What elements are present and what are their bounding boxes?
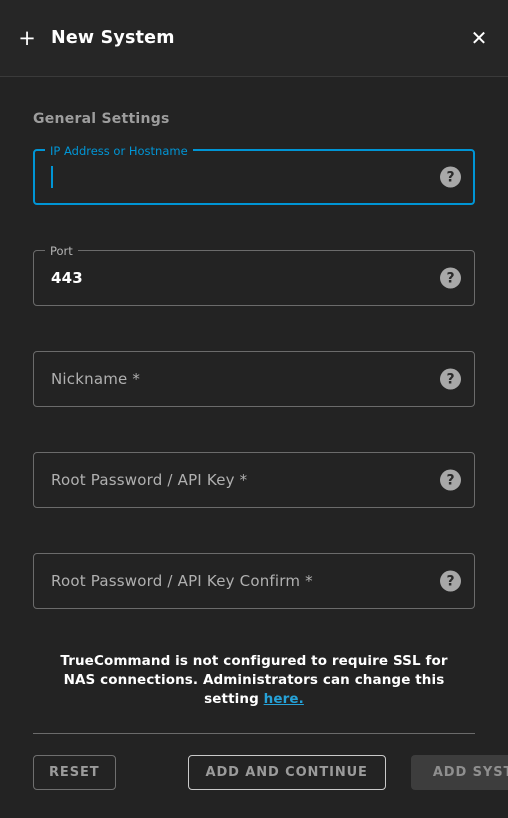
help-icon[interactable]: ? [440, 267, 461, 289]
section-title-general-settings: General Settings [33, 111, 170, 127]
field-label-root-password-api-key-confirm: Root Password / API Key Confirm * [51, 572, 313, 590]
page-title: New System [51, 28, 175, 48]
field-root-password-api-key-confirm[interactable]: Root Password / API Key Confirm * ? [33, 553, 475, 609]
add-and-continue-button[interactable]: ADD AND CONTINUE [187, 755, 386, 790]
close-icon[interactable]: ✕ [467, 26, 491, 50]
field-label-nickname: Nickname * [51, 370, 141, 388]
field-label-root-password-api-key: Root Password / API Key * [51, 471, 248, 489]
field-ip-address-or-hostname[interactable]: IP Address or Hostname ? [33, 144, 475, 205]
panel-header: + New System ✕ [0, 0, 508, 77]
ssl-notice-text: TrueCommand is not configured to require… [60, 653, 448, 707]
text-caret [51, 166, 53, 188]
field-value-port: 443 [51, 269, 83, 287]
field-root-password-api-key[interactable]: Root Password / API Key * ? [33, 452, 475, 508]
new-system-panel: + New System ✕ General Settings IP Addre… [0, 0, 508, 818]
field-label-ip-address-or-hostname: IP Address or Hostname [45, 144, 193, 158]
plus-icon: + [18, 25, 36, 50]
button-row: RESET ADD AND CONTINUE ADD SYSTEM [33, 734, 508, 790]
form-area: General Settings IP Address or Hostname … [0, 77, 508, 790]
ssl-settings-link[interactable]: here. [264, 691, 304, 707]
field-label-port: Port [45, 244, 78, 258]
help-icon[interactable]: ? [440, 368, 461, 390]
reset-button[interactable]: RESET [33, 755, 116, 790]
help-icon[interactable]: ? [440, 570, 461, 592]
field-port[interactable]: Port 443 ? [33, 244, 475, 306]
field-nickname[interactable]: Nickname * ? [33, 351, 475, 407]
add-system-button[interactable]: ADD SYSTEM [410, 755, 508, 790]
help-icon[interactable]: ? [440, 166, 461, 188]
ssl-notice: TrueCommand is not configured to require… [33, 609, 475, 709]
help-icon[interactable]: ? [440, 469, 461, 491]
